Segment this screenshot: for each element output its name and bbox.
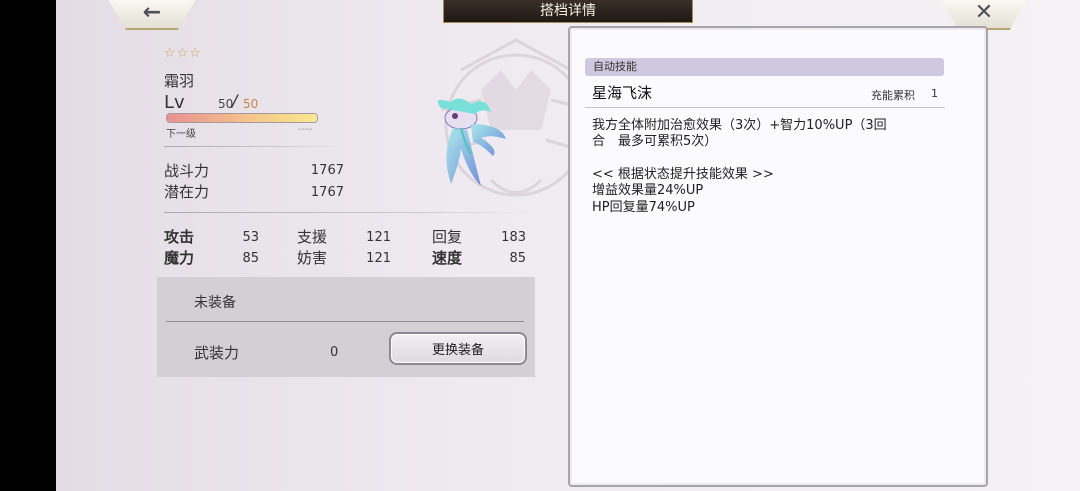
skill-description-line: 我方全体附加治愈效果（3次）+智力10%UP（3回 bbox=[592, 118, 887, 133]
exp-bar-fill bbox=[167, 114, 317, 122]
stat-speed-label: 速度 bbox=[432, 249, 463, 267]
level-max: 50 bbox=[243, 97, 259, 111]
stat-recover-label: 回复 bbox=[432, 228, 463, 246]
stat-attack-label: 攻击 bbox=[164, 228, 195, 246]
back-button[interactable]: ← bbox=[106, 0, 198, 30]
character-portrait bbox=[437, 98, 506, 186]
next-level-value: ---- bbox=[298, 124, 313, 135]
divider bbox=[164, 146, 342, 147]
skill-boost-item: HP回复量74%UP bbox=[592, 200, 695, 215]
page-title: 搭档详情 bbox=[443, 0, 693, 23]
stat-support-label: 支援 bbox=[297, 228, 328, 246]
rarity-stars: ☆☆☆ bbox=[164, 46, 202, 61]
divider bbox=[585, 107, 945, 108]
stat-hinder-value: 121 bbox=[366, 251, 391, 266]
stat-recover-value: 183 bbox=[501, 230, 526, 245]
potential-value: 1767 bbox=[310, 185, 344, 200]
change-equipment-button[interactable]: 更换装备 bbox=[389, 332, 527, 365]
stat-attack-value: 53 bbox=[242, 230, 259, 245]
skill-boost-item: 增益效果量24%UP bbox=[592, 183, 704, 198]
stat-magic-value: 85 bbox=[242, 251, 259, 266]
stat-hinder-label: 妨害 bbox=[297, 249, 328, 267]
arrow-left-icon: ← bbox=[142, 0, 162, 25]
next-level-label: 下一级 bbox=[166, 129, 196, 140]
skill-type-tag: 自动技能 bbox=[585, 58, 944, 76]
stat-magic-label: 魔力 bbox=[164, 249, 195, 267]
stat-speed-value: 85 bbox=[509, 251, 526, 266]
combat-power-label: 战斗力 bbox=[164, 162, 210, 180]
character-name: 霜羽 bbox=[164, 72, 195, 90]
armament-power-value: 0 bbox=[330, 345, 339, 360]
charge-value: 1 bbox=[931, 87, 938, 100]
level-slash: / bbox=[232, 91, 238, 110]
close-icon: ✕ bbox=[974, 0, 994, 25]
skill-description-line: 合 最多可累积5次） bbox=[592, 134, 718, 149]
skill-boost-header: << 根据状态提升技能效果 >> bbox=[592, 167, 774, 182]
equipment-status: 未装备 bbox=[194, 295, 236, 311]
exp-bar bbox=[166, 113, 318, 123]
armament-power-label: 武装力 bbox=[194, 344, 240, 362]
combat-power-value: 1767 bbox=[310, 163, 344, 178]
potential-label: 潜在力 bbox=[164, 183, 210, 201]
level-label: Lv bbox=[164, 92, 185, 113]
divider bbox=[166, 321, 524, 322]
skill-name: 星海飞沫 bbox=[592, 84, 653, 102]
charge-label: 充能累积 bbox=[871, 89, 915, 102]
level-current: 50 bbox=[218, 97, 234, 111]
divider bbox=[164, 212, 532, 213]
stat-support-value: 121 bbox=[366, 230, 391, 245]
